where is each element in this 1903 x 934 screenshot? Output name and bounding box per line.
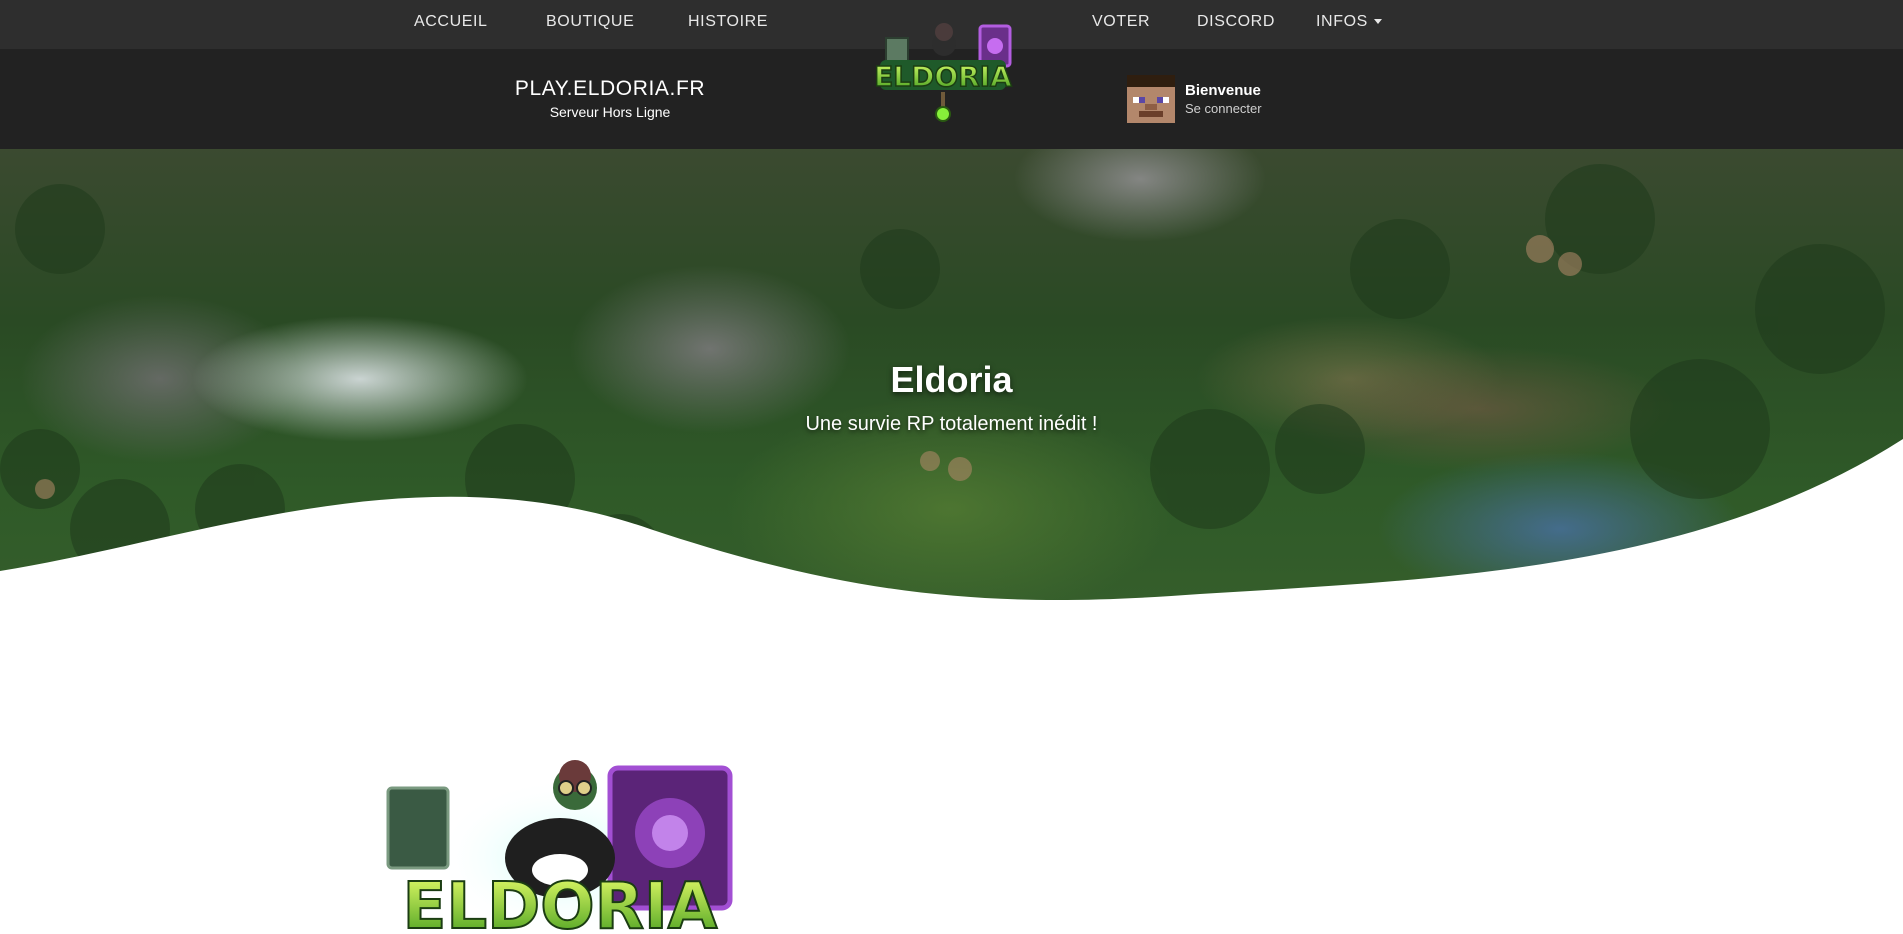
nav-voter[interactable]: VOTER bbox=[1092, 13, 1150, 31]
header-logo[interactable]: ELDORIA bbox=[870, 10, 1020, 128]
nav-discord[interactable]: DISCORD bbox=[1197, 13, 1275, 31]
welcome-text: Bienvenue bbox=[1185, 82, 1261, 99]
eldoria-logo-icon: ELDORIA bbox=[873, 23, 1013, 122]
avatar bbox=[1127, 75, 1175, 123]
nav-infos-label: INFOS bbox=[1316, 13, 1368, 30]
server-status: Serveur Hors Ligne bbox=[549, 104, 671, 120]
user-text: Bienvenue Se connecter bbox=[1185, 82, 1262, 116]
nav-boutique[interactable]: BOUTIQUE bbox=[546, 13, 634, 31]
banner-logo-text: ELDORIA bbox=[403, 870, 718, 934]
nav-accueil[interactable]: ACCUEIL bbox=[414, 13, 488, 31]
hero-title: Eldoria bbox=[890, 359, 1013, 400]
hero-subtitle: Une survie RP totalement inédit ! bbox=[805, 413, 1098, 435]
user-login-block[interactable]: Bienvenue Se connecter bbox=[1127, 75, 1262, 123]
logo-text: ELDORIA bbox=[874, 60, 1012, 93]
nav-histoire[interactable]: HISTOIRE bbox=[688, 13, 768, 31]
server-address[interactable]: PLAY.ELDORIA.FR bbox=[470, 77, 750, 101]
hero-banner: Eldoria Une survie RP totalement inédit … bbox=[0, 149, 1903, 639]
server-info: PLAY.ELDORIA.FR Serveur Hors Ligne bbox=[470, 77, 750, 120]
eldoria-banner-image: ELDORIA bbox=[380, 748, 742, 934]
nav-infos-dropdown[interactable]: INFOS bbox=[1316, 13, 1382, 31]
login-link[interactable]: Se connecter bbox=[1185, 101, 1262, 116]
caret-down-icon bbox=[1373, 19, 1382, 25]
eldoria-banner-icon: ELDORIA bbox=[386, 760, 733, 934]
